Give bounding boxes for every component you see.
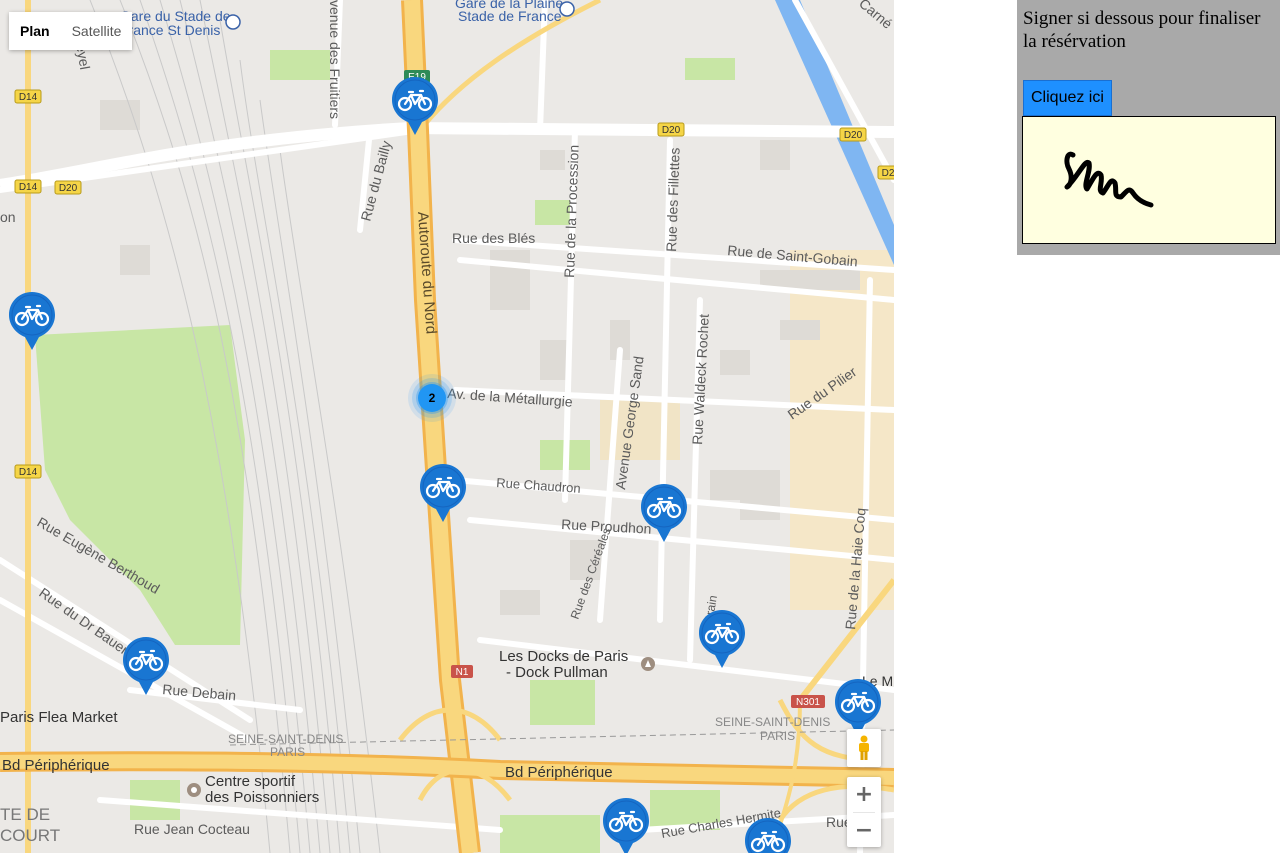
bike-station-marker[interactable] <box>418 462 468 526</box>
label-ssd-right-2: PARIS <box>760 729 795 743</box>
train-station-icon <box>225 14 241 30</box>
map-type-control: Plan Satellite <box>9 12 133 50</box>
label-ssd-right-1: SEINE-SAINT-DENIS <box>715 715 830 729</box>
signature-stroke <box>1064 151 1154 208</box>
bike-station-marker[interactable] <box>121 635 171 699</box>
zoom-out-button[interactable]: − <box>847 813 881 848</box>
bike-station-marker[interactable] <box>390 75 440 139</box>
bike-station-marker[interactable] <box>7 290 57 354</box>
shield-n301: N301 <box>796 697 820 708</box>
bike-station-marker[interactable] <box>601 796 651 853</box>
shield-d20-b: D20 <box>662 125 681 136</box>
label-ssd-left-1: SEINE-SAINT-DENIS <box>228 732 343 746</box>
bicycle-icon <box>601 796 651 853</box>
label-on: on <box>0 209 16 225</box>
label-les-docks-2: - Dock Pullman <box>506 664 608 681</box>
click-here-button[interactable]: Cliquez ici <box>1023 80 1112 116</box>
label-gare-stade-2: France St Denis <box>120 22 220 38</box>
signature-panel: Signer si dessous pour finaliser la résé… <box>1017 0 1280 255</box>
map[interactable]: Gare du Stade de France St Denis Gare de… <box>0 0 894 853</box>
signature-instruction: Signer si dessous pour finaliser la résé… <box>1023 8 1261 52</box>
bicycle-icon <box>390 75 440 139</box>
signature-canvas[interactable] <box>1022 116 1276 244</box>
satellite-button[interactable]: Satellite <box>60 12 133 50</box>
bike-station-marker[interactable] <box>743 816 793 853</box>
marker-cluster[interactable]: 2 <box>407 373 457 423</box>
zoom-in-button[interactable]: + <box>847 777 881 812</box>
bike-station-marker[interactable] <box>639 482 689 546</box>
street-view-pegman[interactable] <box>847 729 881 767</box>
label-rue-bles: Rue des Blés <box>452 230 535 246</box>
zoom-control: + − <box>847 777 881 847</box>
bicycle-icon <box>639 482 689 546</box>
label-av-fruitiers: venue des Fruitiers <box>327 0 343 119</box>
label-te-de: TE DE <box>0 805 50 824</box>
shield-d14-a: D14 <box>19 92 38 103</box>
shield-d14-c: D14 <box>19 467 38 478</box>
shield-d20-c: D20 <box>844 130 863 141</box>
plan-button[interactable]: Plan <box>9 12 61 50</box>
label-rue-cocteau: Rue Jean Cocteau <box>134 821 250 837</box>
label-centre-sportif-2: des Poissonniers <box>205 789 319 806</box>
label-ssd-left-2: PARIS <box>270 745 305 759</box>
label-court: COURT <box>0 826 60 845</box>
shield-d2: D2 <box>882 168 894 179</box>
map-tiles: Gare du Stade de France St Denis Gare de… <box>0 0 894 853</box>
bike-station-marker[interactable] <box>697 608 747 672</box>
pegman-icon <box>859 735 869 760</box>
bicycle-icon <box>418 462 468 526</box>
cluster-count: 2 <box>428 391 436 405</box>
shield-d20-a: D20 <box>59 183 78 194</box>
label-centre-sportif-1: Centre sportif <box>205 773 296 790</box>
label-bd-periph-left: Bd Périphérique <box>2 757 110 774</box>
train-station-icon <box>559 1 575 17</box>
shield-d14-b: D14 <box>19 182 38 193</box>
label-les-docks-1: Les Docks de Paris <box>499 648 628 665</box>
bicycle-icon <box>121 635 171 699</box>
label-gare-plaine-2: Stade de France <box>458 8 562 24</box>
shield-n1: N1 <box>456 667 469 678</box>
label-bd-periph-right: Bd Périphérique <box>505 764 613 781</box>
bicycle-icon <box>743 816 793 853</box>
label-paris-flea: Paris Flea Market <box>0 709 118 726</box>
bicycle-icon <box>697 608 747 672</box>
bicycle-icon <box>7 290 57 354</box>
